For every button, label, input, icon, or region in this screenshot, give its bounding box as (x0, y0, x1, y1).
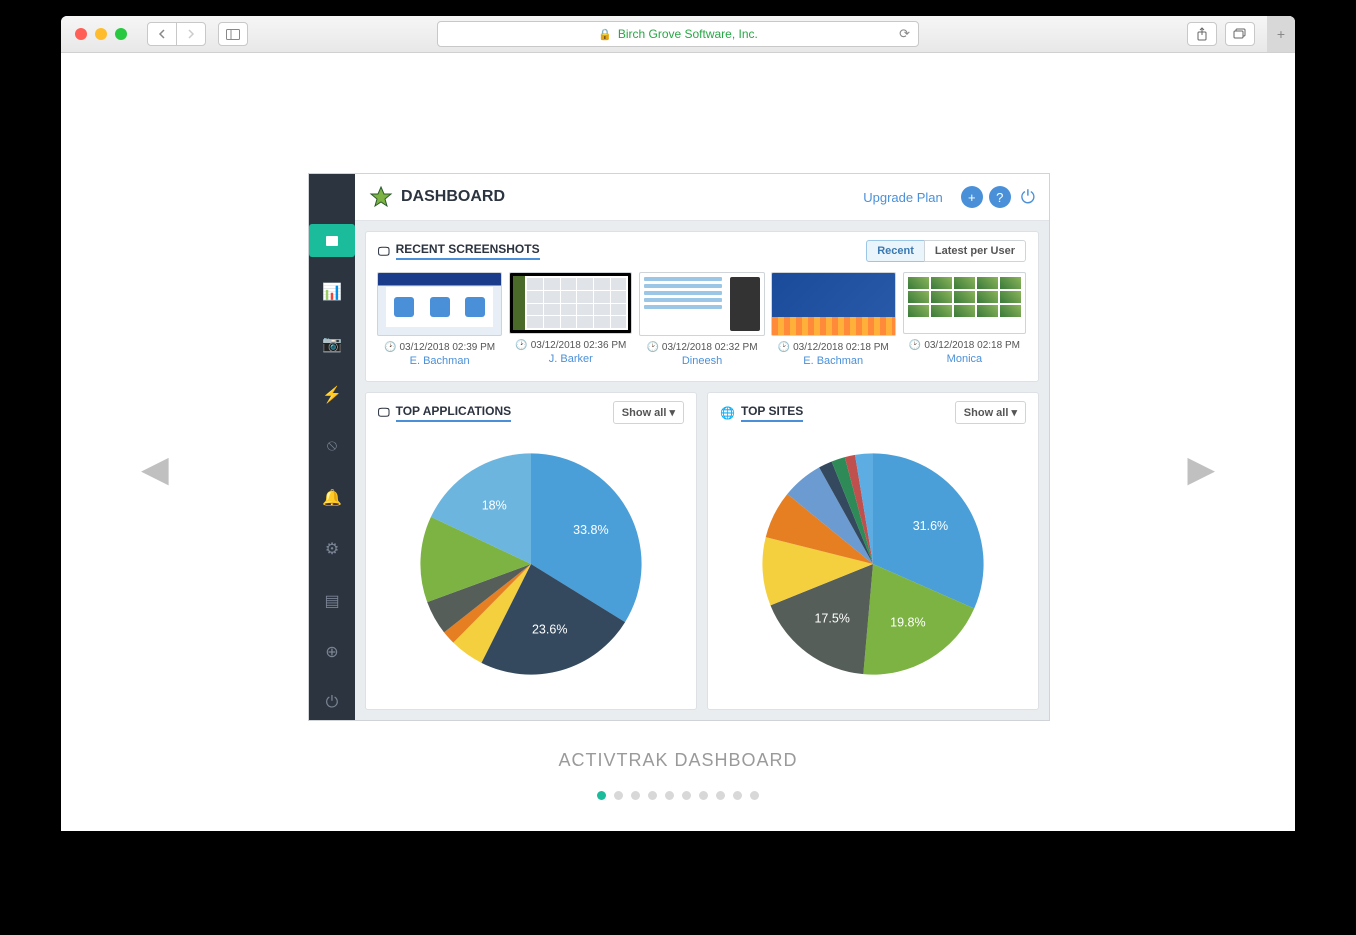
pager-dot[interactable] (682, 791, 691, 800)
screenshot-thumb[interactable] (639, 272, 764, 336)
nav-pages[interactable]: ▤ (309, 584, 355, 617)
pager-dot[interactable] (614, 791, 623, 800)
help-button[interactable]: ? (989, 186, 1011, 208)
pager-dot[interactable] (631, 791, 640, 800)
show-all-dropdown[interactable]: Show all ▾ (955, 401, 1026, 424)
dashboard-header: DASHBOARD Upgrade Plan + ? ⏻ (355, 174, 1049, 221)
window-close-button[interactable] (75, 28, 87, 40)
nav-block[interactable]: ⦸ (309, 430, 355, 463)
upgrade-plan-link[interactable]: Upgrade Plan (863, 190, 943, 205)
show-all-dropdown[interactable]: Show all ▾ (613, 401, 684, 424)
tabs-button[interactable] (1225, 22, 1255, 46)
monitor-icon: 🖵 (378, 405, 390, 420)
screenshot-timestamp: 🕑03/12/2018 02:18 PM (778, 342, 889, 353)
carousel-prev-button[interactable]: ◀ (141, 448, 169, 490)
clock-icon: 🕑 (646, 342, 658, 353)
pager-dot[interactable] (716, 791, 725, 800)
screenshot-item[interactable]: 🕑03/12/2018 02:39 PM E. Bachman (378, 272, 501, 367)
screenshot-user[interactable]: J. Barker (549, 353, 593, 365)
browser-titlebar: 🔒 Birch Grove Software, Inc. ⟳ + (61, 16, 1295, 53)
screenshot-timestamp: 🕑03/12/2018 02:36 PM (515, 340, 626, 351)
window-minimize-button[interactable] (95, 28, 107, 40)
nav-add[interactable]: ⊕ (309, 635, 355, 668)
monitor-icon: 🖵 (378, 244, 390, 259)
lock-icon: 🔒 (598, 28, 612, 41)
screenshot-item[interactable]: 🕑03/12/2018 02:18 PM E. Bachman (772, 272, 895, 367)
pager-dot[interactable] (597, 791, 606, 800)
screenshot-thumb[interactable] (903, 272, 1026, 334)
pager-dot[interactable] (665, 791, 674, 800)
top-sites-panel: 🌐 TOP SITES Show all ▾ 31.6% 19.8% 17.5% (707, 392, 1039, 710)
tab-recent[interactable]: Recent (866, 240, 925, 262)
slide-caption: ACTIVTRAK DASHBOARD (61, 750, 1295, 771)
url-bar[interactable]: 🔒 Birch Grove Software, Inc. ⟳ (437, 21, 919, 47)
window-zoom-button[interactable] (115, 28, 127, 40)
screenshot-timestamp: 🕑03/12/2018 02:18 PM (909, 340, 1020, 351)
svg-text:31.6%: 31.6% (913, 518, 948, 532)
screenshot-user[interactable]: E. Bachman (410, 355, 470, 367)
nav-alerts[interactable]: 🔔 (309, 481, 355, 514)
panel-title: TOP APPLICATIONS (396, 404, 512, 422)
page-content: ◀ ▶ 📊 📷 ⚡ ⦸ 🔔 ⚙ ▤ ⊕ ⏻ (61, 53, 1295, 831)
screenshot-user[interactable]: Monica (947, 353, 982, 365)
screenshot-thumb[interactable] (377, 272, 502, 336)
share-button[interactable] (1187, 22, 1217, 46)
panel-title: RECENT SCREENSHOTS (396, 242, 540, 260)
pager-dot[interactable] (750, 791, 759, 800)
nav-forward-button[interactable] (176, 22, 206, 46)
panel-title: TOP SITES (741, 404, 803, 422)
new-tab-button[interactable]: + (1267, 16, 1295, 52)
pager-dot[interactable] (733, 791, 742, 800)
clock-icon: 🕑 (909, 340, 921, 351)
clock-icon: 🕑 (515, 340, 527, 351)
svg-text:18%: 18% (482, 498, 507, 512)
dashboard-slide: 📊 📷 ⚡ ⦸ 🔔 ⚙ ▤ ⊕ ⏻ DASHBOARD Upgrade Pl (308, 173, 1050, 721)
svg-text:23.6%: 23.6% (532, 622, 567, 636)
pager-dot[interactable] (699, 791, 708, 800)
globe-icon: 🌐 (720, 406, 735, 420)
nav-activity[interactable]: ⚡ (309, 378, 355, 411)
screenshot-timestamp: 🕑03/12/2018 02:39 PM (384, 342, 495, 353)
screenshot-user[interactable]: Dineesh (682, 355, 722, 367)
pie-chart: 31.6% 19.8% 17.5% (748, 439, 998, 689)
screenshot-user[interactable]: E. Bachman (803, 355, 863, 367)
nav-back-button[interactable] (147, 22, 177, 46)
clock-icon: 🕑 (384, 342, 396, 353)
screenshot-thumb[interactable] (771, 272, 896, 336)
clock-icon: 🕑 (778, 342, 790, 353)
carousel-next-button[interactable]: ▶ (1187, 448, 1215, 490)
screenshot-item[interactable]: 🕑03/12/2018 02:36 PM J. Barker (509, 272, 632, 367)
nav-settings[interactable]: ⚙ (309, 532, 355, 565)
pager-dot[interactable] (648, 791, 657, 800)
screenshot-thumb[interactable] (509, 272, 632, 334)
safari-window: 🔒 Birch Grove Software, Inc. ⟳ + ◀ ▶ 📊 📷… (61, 16, 1295, 830)
svg-text:33.8%: 33.8% (573, 522, 608, 536)
page-heading: DASHBOARD (401, 188, 505, 206)
svg-text:19.8%: 19.8% (890, 615, 925, 629)
nav-dashboard[interactable] (309, 224, 355, 257)
nav-power[interactable]: ⏻ (309, 687, 355, 720)
screenshot-timestamp: 🕑03/12/2018 02:32 PM (646, 342, 757, 353)
pie-chart: 33.8% 23.6% 18% (406, 439, 656, 689)
toggle-sidebar-button[interactable] (218, 22, 248, 46)
app-sidebar: 📊 📷 ⚡ ⦸ 🔔 ⚙ ▤ ⊕ ⏻ (309, 174, 355, 720)
tab-latest-per-user[interactable]: Latest per User (924, 240, 1026, 262)
page-title: Birch Grove Software, Inc. (618, 27, 758, 41)
power-button[interactable]: ⏻ (1021, 187, 1035, 208)
svg-text:17.5%: 17.5% (814, 611, 849, 625)
reload-button[interactable]: ⟳ (899, 26, 910, 42)
app-logo-icon (369, 185, 393, 209)
top-applications-panel: 🖵 TOP APPLICATIONS Show all ▾ 33.8% 23.6%… (365, 392, 697, 710)
nav-screenshots[interactable]: 📷 (309, 327, 355, 360)
screenshot-item[interactable]: 🕑03/12/2018 02:18 PM Monica (903, 272, 1026, 367)
add-button[interactable]: + (961, 186, 983, 208)
carousel-pagers (61, 791, 1295, 800)
recent-screenshots-panel: 🖵 RECENT SCREENSHOTS Recent Latest per U… (365, 231, 1039, 382)
nav-reports[interactable]: 📊 (309, 275, 355, 308)
screenshot-item[interactable]: 🕑03/12/2018 02:32 PM Dineesh (640, 272, 763, 367)
